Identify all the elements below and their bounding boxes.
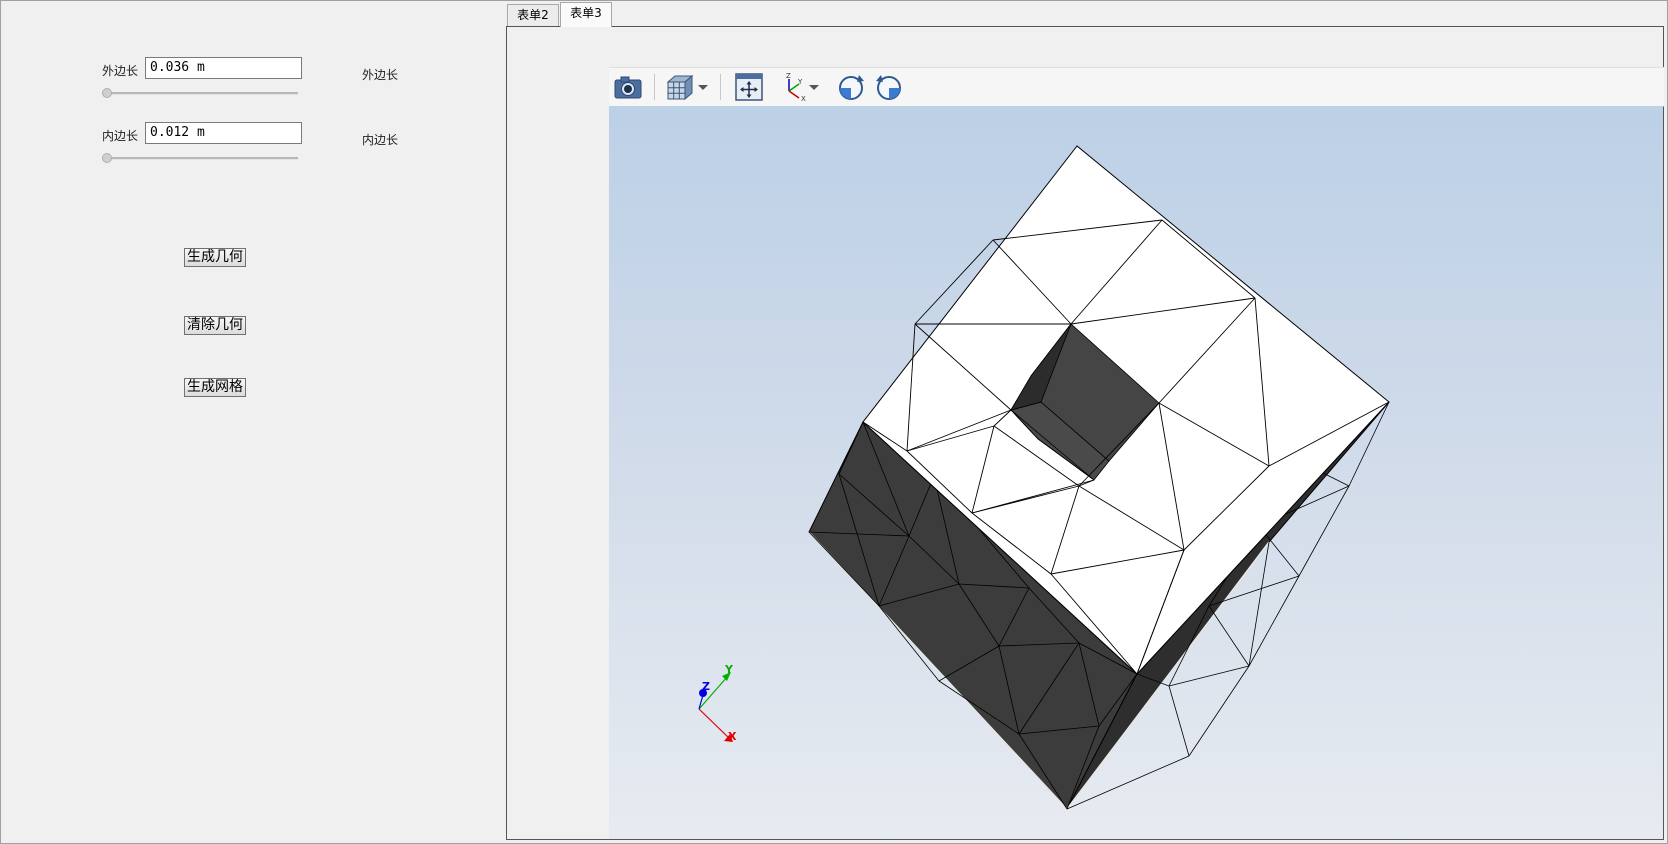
svg-text:X: X <box>801 95 806 103</box>
svg-text:Z: Z <box>786 72 791 80</box>
cube-view-icon[interactable] <box>664 71 696 103</box>
slider-track <box>102 92 298 95</box>
viewer-toolbar: Z Y X <box>609 67 1664 107</box>
outer-length-input[interactable]: 0.036 m <box>145 57 302 79</box>
fit-all-icon[interactable] <box>733 71 765 103</box>
camera-icon[interactable] <box>612 71 644 103</box>
x-axis-label: X <box>728 730 737 743</box>
dropdown-arrow-icon[interactable] <box>696 71 710 103</box>
y-axis-label: Y <box>724 663 734 676</box>
slider-track <box>102 157 298 160</box>
mesh-model: Y X Z <box>698 145 1390 811</box>
outer-length-label: 外边长 <box>102 64 139 78</box>
tab-form3[interactable]: 表单3 <box>560 2 612 27</box>
inner-length-input[interactable]: 0.012 m <box>145 122 302 144</box>
axis-triad: Y X Z <box>698 663 737 743</box>
3d-viewport[interactable]: Y X Z <box>609 106 1663 839</box>
inner-length-label: 内边长 <box>102 129 139 143</box>
inner-length-side-label: 内边长 <box>362 133 399 147</box>
slider-thumb[interactable] <box>102 88 112 98</box>
toolbar-separator <box>654 74 655 100</box>
axes-orientation-icon[interactable]: Z Y X <box>777 71 809 103</box>
svg-text:Y: Y <box>797 78 803 86</box>
outer-length-slider[interactable] <box>102 87 298 99</box>
slider-thumb[interactable] <box>102 153 112 163</box>
inner-length-slider[interactable] <box>102 152 298 164</box>
toolbar-separator <box>720 74 721 100</box>
outer-length-side-label: 外边长 <box>362 68 399 82</box>
generate-mesh-button[interactable]: 生成网格 <box>184 378 246 397</box>
generate-geometry-button[interactable]: 生成几何 <box>184 248 246 267</box>
rotate-counterclockwise-icon[interactable] <box>873 71 905 103</box>
clear-geometry-button[interactable]: 清除几何 <box>184 316 246 335</box>
rotate-clockwise-icon[interactable] <box>835 71 867 103</box>
tab-form2[interactable]: 表单2 <box>507 4 559 26</box>
dropdown-arrow-icon[interactable] <box>807 71 821 103</box>
z-axis-label: Z <box>702 680 710 693</box>
